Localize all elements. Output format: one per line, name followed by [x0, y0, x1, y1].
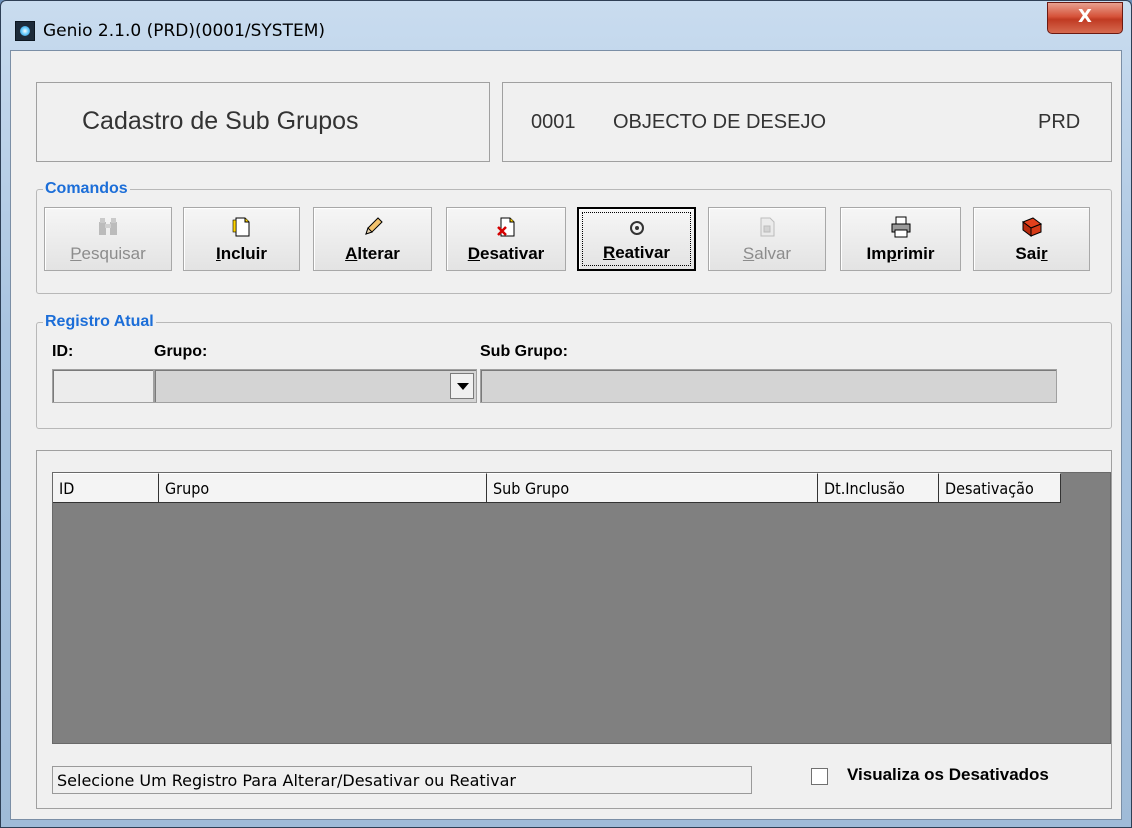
subgroup-label: Sub Grupo:: [480, 343, 568, 360]
company-code: 0001: [531, 111, 576, 133]
screen-title: Cadastro de Sub Grupos: [82, 107, 359, 135]
company-panel: 0001 OBJECTO DE DESEJO PRD: [502, 82, 1112, 162]
binoculars-icon: [97, 216, 119, 238]
environment-label: PRD: [1038, 111, 1081, 133]
exit-icon: [1021, 216, 1043, 238]
new-document-icon: [231, 216, 253, 238]
window-title: Genio 2.1.0 (PRD)(0001/SYSTEM): [43, 21, 326, 41]
show-deactivated-label[interactable]: Visualiza os Desativados: [847, 765, 1049, 785]
show-deactivated-checkbox[interactable]: [811, 768, 828, 785]
column-header-group[interactable]: Grupo: [159, 473, 487, 503]
client-area: Cadastro de Sub Grupos 0001 OBJECTO DE D…: [10, 50, 1122, 820]
column-header-subgroup[interactable]: Sub Grupo: [487, 473, 818, 503]
desativar-button[interactable]: Desativar: [446, 207, 566, 271]
group-label: Grupo:: [154, 343, 208, 360]
salvar-button-label: Salvar: [742, 244, 792, 263]
subgroup-field[interactable]: [480, 369, 1057, 403]
alterar-button-label: Alterar: [345, 244, 400, 263]
incluir-button-label: Incluir: [215, 244, 268, 263]
desativar-button-label: Desativar: [467, 244, 545, 263]
alterar-button[interactable]: Alterar: [313, 207, 432, 271]
app-window: Genio 2.1.0 (PRD)(0001/SYSTEM) X Cadastr…: [0, 0, 1132, 828]
pesquisar-button-label: Pesquisar: [70, 244, 146, 263]
pencil-icon: [362, 216, 384, 238]
salvar-button[interactable]: Salvar: [708, 207, 826, 271]
delete-document-icon: [495, 216, 517, 238]
column-header-inclusion-date[interactable]: Dt.Inclusão: [818, 473, 939, 503]
printer-icon: [890, 216, 912, 238]
save-disk-icon: [756, 216, 778, 238]
sair-button[interactable]: Sair: [973, 207, 1090, 271]
id-field[interactable]: [52, 369, 154, 403]
group-combo[interactable]: [154, 369, 477, 403]
grid-header: ID Grupo Sub Grupo Dt.Inclusão Desativaç…: [53, 473, 1061, 503]
status-bar: Selecione Um Registro Para Alterar/Desat…: [52, 766, 752, 794]
pesquisar-button[interactable]: Pesquisar: [44, 207, 172, 271]
column-header-id[interactable]: ID: [53, 473, 159, 503]
chevron-down-icon[interactable]: [450, 373, 474, 399]
title-bar[interactable]: Genio 2.1.0 (PRD)(0001/SYSTEM) X: [1, 1, 1131, 49]
company-name: OBJECTO DE DESEJO: [613, 111, 827, 133]
reativar-button-label: Reativar: [602, 243, 671, 262]
id-label: ID:: [52, 343, 74, 360]
close-button[interactable]: X: [1047, 2, 1123, 34]
column-header-deactivation[interactable]: Desativação: [939, 473, 1061, 503]
app-icon[interactable]: [15, 21, 35, 41]
reactivate-icon: [626, 217, 648, 239]
screen-title-panel: Cadastro de Sub Grupos: [36, 82, 490, 162]
imprimir-button-label: Imprimir: [866, 244, 935, 263]
commands-group-label: Comandos: [45, 180, 128, 197]
reativar-button[interactable]: Reativar: [577, 207, 696, 271]
current-record-group-label: Registro Atual: [45, 313, 154, 330]
sair-button-label: Sair: [1015, 244, 1048, 263]
imprimir-button[interactable]: Imprimir: [840, 207, 961, 271]
records-grid[interactable]: ID Grupo Sub Grupo Dt.Inclusão Desativaç…: [52, 472, 1111, 744]
incluir-button[interactable]: Incluir: [183, 207, 300, 271]
